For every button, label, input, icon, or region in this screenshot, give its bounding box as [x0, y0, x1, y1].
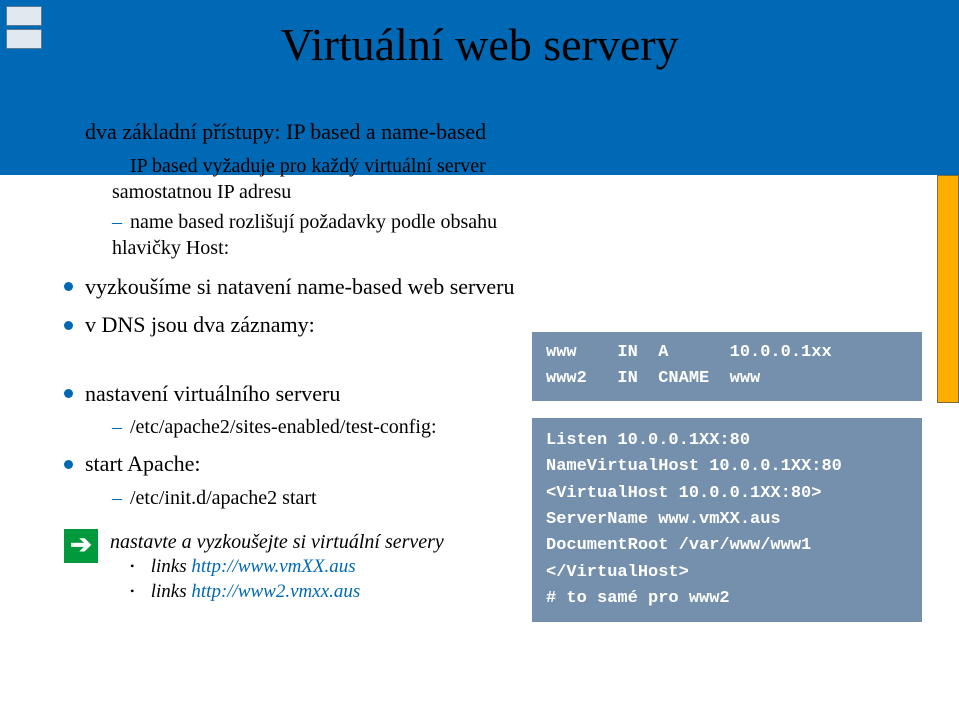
exercise-link-1: links http://www.vmXX.aus [130, 555, 444, 580]
slide-title: Virtuální web servery [0, 18, 959, 71]
exercise-title: nastavte a vyzkoušejte si virtuální serv… [110, 529, 444, 555]
bullet-approaches: dva základní přístupy: IP based a name-b… [64, 118, 524, 147]
vhost-code-box: Listen 10.0.0.1XX:80 NameVirtualHost 10.… [532, 418, 922, 622]
bullet-init-start: /etc/init.d/apache2 start [112, 485, 524, 511]
bullet-vhost-setting: nastavení virtuálního serveru [64, 380, 524, 409]
exercise-link-2-url: http://www2.vmxx.aus [191, 581, 360, 602]
right-stripe [937, 175, 959, 403]
bullet-config-path: /etc/apache2/sites-enabled/test-config: [112, 414, 524, 440]
bullet-try: vyzkoušíme si natavení name-based web se… [64, 273, 524, 302]
arrow-icon: ➔ [64, 529, 98, 563]
exercise-link-2-prefix: links [151, 581, 192, 602]
bullet-start-apache: start Apache: [64, 450, 524, 479]
exercise-link-2: links http://www2.vmxx.aus [130, 580, 444, 605]
exercise-block: ➔ nastavte a vyzkoušejte si virtuální se… [64, 529, 524, 604]
bullet-dns: v DNS jsou dva záznamy: [64, 311, 524, 340]
bullet-name-based: name based rozlišují požadavky podle obs… [112, 209, 524, 261]
exercise-link-1-url: http://www.vmXX.aus [191, 556, 355, 577]
exercise-link-1-prefix: links [151, 556, 192, 577]
dns-code-box: www IN A 10.0.0.1xx www2 IN CNAME www [532, 332, 922, 401]
bullet-ip-based: IP based vyžaduje pro každý virtuální se… [112, 153, 524, 205]
